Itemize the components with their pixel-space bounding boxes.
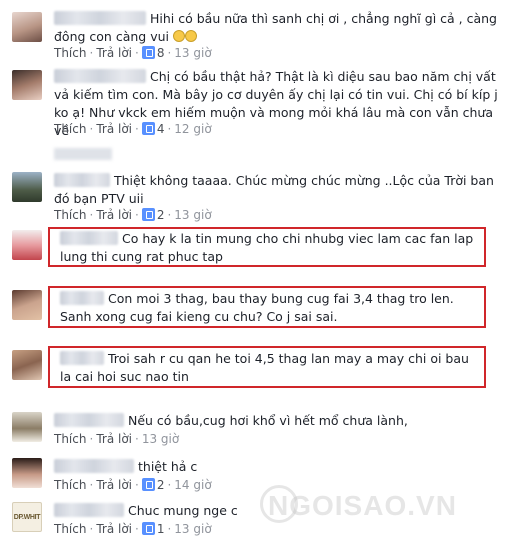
smile-emoji-icon — [184, 30, 197, 42]
comment-text: Nếu có bầu,cug hơi khổ vì hết mổ chưa là… — [54, 412, 501, 430]
comment: Hihi có bầu nữa thì sanh chị ơi , chẳng … — [0, 10, 511, 62]
like-count-icon — [141, 478, 155, 491]
comment-actions: Thích · Trả lời · 2 · 14 giờ — [54, 478, 212, 492]
like-count-icon — [141, 122, 155, 135]
like-count-icon — [141, 208, 155, 221]
commenter-name[interactable] — [54, 11, 146, 25]
commenter-name[interactable] — [54, 503, 124, 517]
commenter-name[interactable] — [60, 231, 118, 245]
comment-text: Troi sah r cu qan he toi 4,5 thag lan ma… — [60, 351, 469, 384]
avatar[interactable] — [12, 350, 42, 380]
comment-text: Thiệt không taaaa. Chúc mừng chúc mừng .… — [54, 173, 494, 206]
timestamp[interactable]: 12 giờ — [174, 122, 211, 136]
like-count[interactable]: 4 — [157, 122, 165, 136]
comment: Nếu có bầu,cug hơi khổ vì hết mổ chưa là… — [0, 412, 511, 450]
like-count-icon — [141, 522, 155, 535]
avatar-badge-text: DP.WHIT — [13, 514, 41, 521]
like-link[interactable]: Thích — [54, 522, 86, 536]
timestamp[interactable]: 13 giờ — [174, 522, 211, 536]
blurred-name — [54, 148, 112, 160]
avatar[interactable] — [12, 458, 42, 488]
commenter-name[interactable] — [54, 69, 146, 83]
like-count[interactable]: 2 — [157, 208, 165, 222]
like-link[interactable]: Thích — [54, 122, 86, 136]
like-count[interactable]: 8 — [157, 46, 165, 60]
reply-link[interactable]: Trả lời — [96, 208, 132, 222]
watermark: NGOISAO.VN — [268, 490, 457, 521]
like-link[interactable]: Thích — [54, 208, 86, 222]
timestamp[interactable]: 14 giờ — [174, 478, 211, 492]
like-count[interactable]: 1 — [157, 522, 165, 536]
timestamp[interactable]: 13 giờ — [174, 46, 211, 60]
commenter-name[interactable] — [54, 413, 124, 427]
reply-link[interactable]: Trả lời — [96, 478, 132, 492]
like-count-icon — [141, 46, 155, 59]
reply-link[interactable]: Trả lời — [96, 122, 132, 136]
avatar[interactable]: DP.WHIT — [12, 502, 42, 532]
comment: Co hay k la tin mung cho chi nhubg viec … — [0, 230, 511, 268]
reply-link[interactable]: Trả lời — [96, 522, 132, 536]
like-link[interactable]: Thích — [54, 478, 86, 492]
comment-text: Hihi có bầu nữa thì sanh chị ơi , chẳng … — [54, 11, 497, 44]
smile-emoji-icon — [172, 30, 185, 42]
avatar[interactable] — [12, 12, 42, 42]
like-link[interactable]: Thích — [54, 46, 86, 60]
comment-actions: Thích · Trả lời · 1 · 13 giờ — [54, 522, 212, 536]
reply-link[interactable]: Trả lời — [96, 432, 132, 446]
timestamp[interactable]: 13 giờ — [174, 208, 211, 222]
comment: Troi sah r cu qan he toi 4,5 thag lan ma… — [0, 350, 511, 388]
avatar[interactable] — [12, 290, 42, 320]
comment-actions: Thích · Trả lời · 4 · 12 giờ — [54, 122, 212, 136]
timestamp[interactable]: 13 giờ — [142, 432, 179, 446]
commenter-name[interactable] — [60, 351, 104, 365]
avatar[interactable] — [12, 230, 42, 260]
comment-text: Con moi 3 thag, bau thay bung cug fai 3,… — [60, 291, 454, 324]
comment-actions: Thích · Trả lời · 13 giờ — [54, 432, 180, 446]
avatar[interactable] — [12, 70, 42, 100]
comment-actions: Thích · Trả lời · 2 · 13 giờ — [54, 208, 212, 222]
commenter-name[interactable] — [60, 291, 104, 305]
comment: Con moi 3 thag, bau thay bung cug fai 3,… — [0, 290, 511, 328]
commenter-name[interactable] — [54, 173, 110, 187]
avatar[interactable] — [12, 412, 42, 442]
reply-link[interactable]: Trả lời — [96, 46, 132, 60]
like-link[interactable]: Thích — [54, 432, 86, 446]
comment-text: Co hay k la tin mung cho chi nhubg viec … — [60, 231, 474, 264]
comment-actions: Thích · Trả lời · 8 · 13 giờ — [54, 46, 212, 60]
comment: Chị có bầu thật hả? Thật là kì diệu sau … — [0, 68, 511, 140]
avatar[interactable] — [12, 172, 42, 202]
comment-text: thiệt hả c — [54, 458, 501, 476]
commenter-name[interactable] — [54, 459, 134, 473]
like-count[interactable]: 2 — [157, 478, 165, 492]
comment: Thiệt không taaaa. Chúc mừng chúc mừng .… — [0, 172, 511, 224]
